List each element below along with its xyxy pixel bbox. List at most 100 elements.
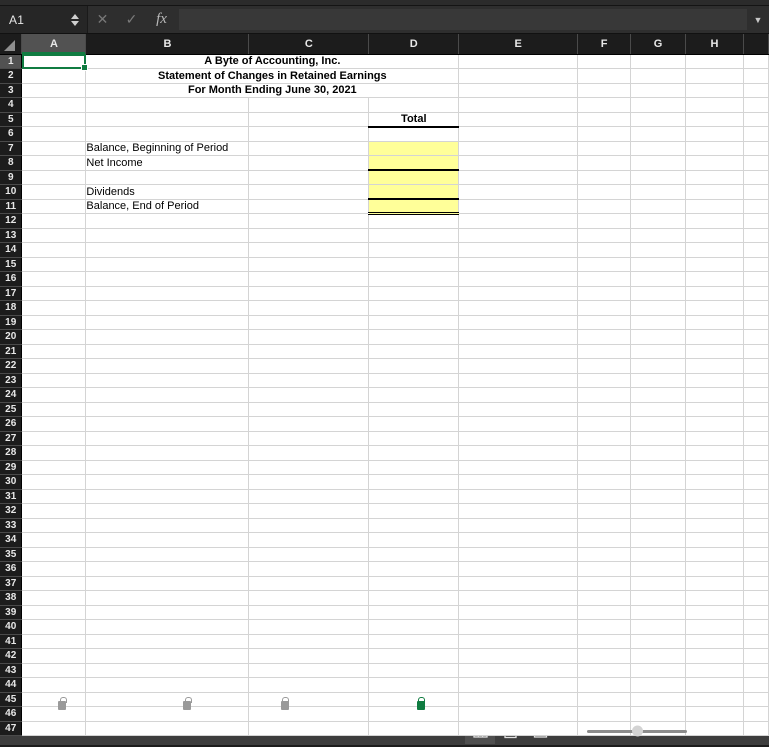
cell-H20[interactable]: [685, 329, 744, 345]
cell-H18[interactable]: [685, 300, 744, 316]
cell-H17[interactable]: [685, 286, 744, 301]
row-header-26[interactable]: 26: [0, 416, 23, 432]
cell-H45[interactable]: [685, 692, 744, 707]
cell-E27[interactable]: [458, 431, 579, 446]
cell-I2[interactable]: [743, 68, 769, 84]
cell-F9[interactable]: [577, 170, 632, 185]
cell-A25[interactable]: [21, 402, 87, 417]
cell-B29[interactable]: [85, 460, 250, 475]
cell-C35[interactable]: [248, 547, 370, 562]
column-header-B[interactable]: B: [85, 34, 250, 55]
cell-E36[interactable]: [458, 561, 579, 577]
cell-H47[interactable]: [685, 721, 744, 736]
cell-H1[interactable]: [685, 54, 744, 69]
cell-I47[interactable]: [743, 721, 769, 736]
cell-C43[interactable]: [248, 663, 370, 678]
cell-B39[interactable]: [85, 605, 250, 620]
cell-D9[interactable]: [368, 170, 460, 185]
cell-E4[interactable]: [458, 97, 579, 113]
select-all-corner[interactable]: [0, 34, 23, 55]
row-header-13[interactable]: 13: [0, 228, 23, 243]
cell-F36[interactable]: [577, 561, 632, 577]
cell-A30[interactable]: [21, 474, 87, 490]
cell-E29[interactable]: [458, 460, 579, 475]
cell-E38[interactable]: [458, 590, 579, 606]
cell-A13[interactable]: [21, 228, 87, 243]
cell-B23[interactable]: [85, 373, 250, 388]
cell-H3[interactable]: [685, 83, 744, 98]
cell-D21[interactable]: [368, 344, 460, 359]
cell-A6[interactable]: [21, 126, 87, 142]
cell-I44[interactable]: [743, 677, 769, 693]
cell-E35[interactable]: [458, 547, 579, 562]
cell-G3[interactable]: [630, 83, 687, 98]
cell-A37[interactable]: [21, 576, 87, 591]
cell-F27[interactable]: [577, 431, 632, 446]
cell-B2[interactable]: Statement of Changes in Retained Earning…: [85, 68, 460, 84]
row-header-10[interactable]: 10: [0, 184, 23, 200]
cell-B44[interactable]: [85, 677, 250, 693]
cell-I22[interactable]: [743, 358, 769, 374]
cell-E22[interactable]: [458, 358, 579, 374]
cell-I38[interactable]: [743, 590, 769, 606]
cell-C29[interactable]: [248, 460, 370, 475]
cell-H24[interactable]: [685, 387, 744, 403]
cell-E8[interactable]: [458, 155, 579, 171]
cell-D4[interactable]: [368, 97, 460, 113]
cell-A10[interactable]: [21, 184, 87, 200]
cell-C12[interactable]: [248, 213, 370, 229]
cell-C34[interactable]: [248, 532, 370, 548]
cell-G12[interactable]: [630, 213, 687, 229]
cell-I39[interactable]: [743, 605, 769, 620]
row-header-15[interactable]: 15: [0, 257, 23, 272]
cell-G44[interactable]: [630, 677, 687, 693]
cell-B42[interactable]: [85, 648, 250, 664]
row-header-9[interactable]: 9: [0, 170, 23, 185]
cell-A1[interactable]: [21, 54, 88, 70]
cell-A2[interactable]: [21, 68, 87, 84]
cell-I23[interactable]: [743, 373, 769, 388]
cell-F13[interactable]: [577, 228, 632, 243]
cell-H8[interactable]: [685, 155, 744, 171]
cell-I10[interactable]: [743, 184, 769, 200]
cell-A47[interactable]: [21, 721, 87, 736]
cell-E23[interactable]: [458, 373, 579, 388]
cell-C17[interactable]: [248, 286, 370, 301]
cell-C25[interactable]: [248, 402, 370, 417]
cell-E46[interactable]: [458, 706, 579, 722]
cell-D42[interactable]: [368, 648, 460, 664]
cell-C40[interactable]: [248, 619, 370, 635]
cell-E45[interactable]: [458, 692, 579, 707]
cell-A44[interactable]: [21, 677, 87, 693]
cell-B35[interactable]: [85, 547, 250, 562]
cell-C23[interactable]: [248, 373, 370, 388]
cell-I45[interactable]: [743, 692, 769, 707]
cell-F18[interactable]: [577, 300, 632, 316]
cell-I37[interactable]: [743, 576, 769, 591]
cell-D43[interactable]: [368, 663, 460, 678]
cell-H30[interactable]: [685, 474, 744, 490]
cell-C47[interactable]: [248, 721, 370, 736]
cell-C44[interactable]: [248, 677, 370, 693]
row-header-35[interactable]: 35: [0, 547, 23, 562]
cell-E28[interactable]: [458, 445, 579, 461]
cell-A15[interactable]: [21, 257, 87, 272]
cell-B38[interactable]: [85, 590, 250, 606]
cell-B20[interactable]: [85, 329, 250, 345]
spinner-up-icon[interactable]: [71, 13, 79, 19]
cell-E25[interactable]: [458, 402, 579, 417]
cell-D28[interactable]: [368, 445, 460, 461]
cell-H23[interactable]: [685, 373, 744, 388]
cell-A41[interactable]: [21, 634, 87, 649]
cell-B37[interactable]: [85, 576, 250, 591]
cell-E44[interactable]: [458, 677, 579, 693]
cell-E3[interactable]: [458, 83, 579, 98]
cell-B3[interactable]: For Month Ending June 30, 2021: [85, 83, 460, 98]
row-header-33[interactable]: 33: [0, 518, 23, 533]
cell-H41[interactable]: [685, 634, 744, 649]
cell-I12[interactable]: [743, 213, 769, 229]
cell-D37[interactable]: [368, 576, 460, 591]
cell-H6[interactable]: [685, 126, 744, 142]
row-header-22[interactable]: 22: [0, 358, 23, 374]
cell-A16[interactable]: [21, 271, 87, 287]
